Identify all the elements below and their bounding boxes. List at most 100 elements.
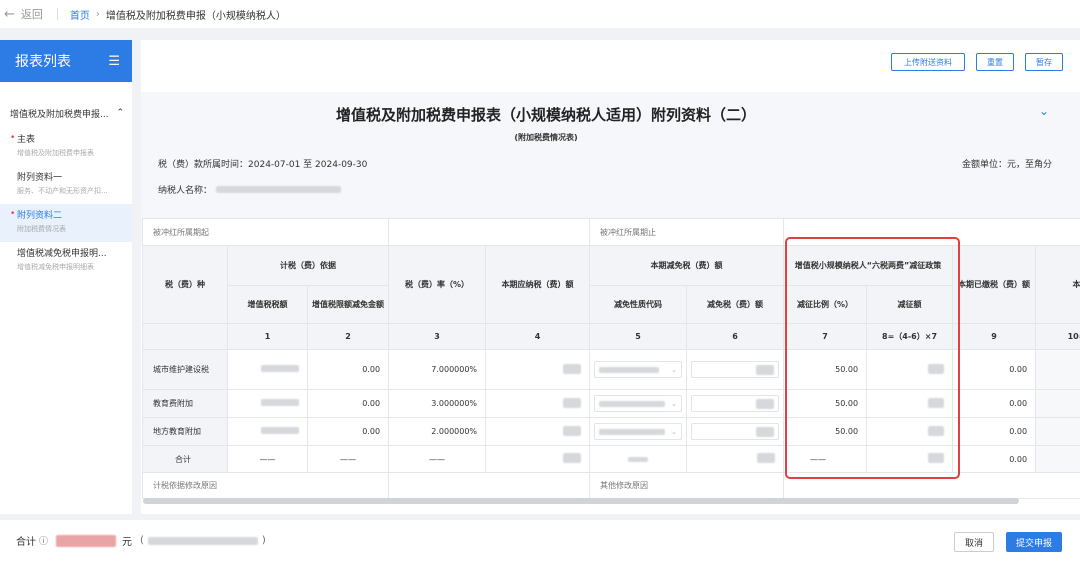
exempt-code-cell: ⌄ <box>589 389 688 418</box>
reduction-ratio-cell: 50.00 <box>783 417 868 446</box>
sidebar-item-vat-exemption[interactable]: 增值税减免税申报明... 增值税减免税申报明细表 <box>0 242 132 280</box>
horizontal-scrollbar[interactable] <box>143 498 1019 504</box>
redacted-value <box>599 366 660 373</box>
tax-period-value: 2024-07-01 至 2024-09-30 <box>248 160 368 170</box>
exempt-code-select[interactable]: ⌄ <box>594 361 683 378</box>
back-button[interactable]: ← 返回 <box>0 6 43 22</box>
form-subtitle: (附加税费情况表) <box>514 133 578 142</box>
deduction-cell: 0.00 <box>306 349 390 390</box>
chevron-down-icon: ⌄ <box>671 399 678 408</box>
header-tax-type: 税（费）种 <box>142 245 228 324</box>
header-reduction-ratio: 减征比例（%） <box>783 285 868 324</box>
row-tax-name: 教育费附加 <box>142 389 228 418</box>
total-row: 合计 —— —— —— —— 0.00 <box>142 445 1080 473</box>
sidebar-item-schedule-1[interactable]: 附列资料一 服务、不动产和无形资产扣... <box>0 166 132 204</box>
total-payable <box>485 445 591 473</box>
total-in-words-close: ) <box>261 535 266 546</box>
total-dash: —— <box>388 445 487 473</box>
taxpayer-name-label: 纳税人名称： <box>158 186 213 196</box>
redacted-value <box>563 397 582 408</box>
row-tax-name: 地方教育附加 <box>142 417 228 446</box>
header-payable: 本期应纳税（费）额 <box>485 245 591 324</box>
total-dash: —— <box>306 445 390 473</box>
tax-period: 税（费）款所属时间：2024-07-01 至 2024-09-30 <box>158 157 367 170</box>
sidebar-item-desc: 附加税费情况表 <box>17 225 66 233</box>
col10-cell <box>1035 417 1080 446</box>
bottom-bar: 合计 ⓘ 元 ( ) 取消 提交申报 <box>0 520 1080 561</box>
header-vat-amount: 增值税税额 <box>227 285 308 324</box>
table-row: 城市维护建设税 0.00 7.000000% ⌄ 50.00 0.00 <box>142 349 1080 390</box>
payable-cell <box>485 389 591 418</box>
sidebar-item-label: 附列资料二 <box>17 211 63 221</box>
column-index: 4 <box>485 323 591 350</box>
redacted-value <box>261 427 299 434</box>
redacted-value <box>563 363 582 374</box>
save-draft-button[interactable]: 暂存 <box>1025 53 1063 71</box>
exempt-code-cell: ⌄ <box>589 349 688 390</box>
exempt-amount-input[interactable] <box>691 423 780 440</box>
breadcrumb-separator: › <box>95 8 100 20</box>
exempt-code-select[interactable]: ⌄ <box>594 423 683 440</box>
header-exempt-group: 本期减免税（费）额 <box>589 245 785 286</box>
reset-button[interactable]: 重置 <box>976 53 1014 71</box>
paid-cell: 0.00 <box>952 349 1037 390</box>
required-marker: • <box>10 209 16 219</box>
vat-amount-cell <box>227 389 308 418</box>
sidebar-item-main-form[interactable]: • 主表 增值税及附加税费申报表 <box>0 128 132 166</box>
payable-cell <box>485 417 591 446</box>
basis-change-reason-input[interactable] <box>388 472 591 499</box>
breadcrumb-home-link[interactable]: 首页 <box>70 7 90 22</box>
total-exempt-code <box>589 445 688 473</box>
col10-cell <box>1035 389 1080 418</box>
sidebar-group-label: 增值税及附加税费申报... <box>10 109 109 120</box>
redacted-value <box>261 399 299 406</box>
vat-amount-cell <box>227 349 308 390</box>
sidebar-item-schedule-2[interactable]: • 附列资料二 附加税费情况表 <box>0 204 132 242</box>
redacted-value <box>928 397 945 408</box>
redacted-value <box>756 426 775 437</box>
menu-collapse-icon[interactable]: ☰ <box>108 54 120 69</box>
rate-cell: 2.000000% <box>388 417 487 446</box>
reduction-amount-cell <box>866 349 954 390</box>
submit-declaration-button[interactable]: 提交申报 <box>1006 532 1062 552</box>
column-index: 9 <box>952 323 1037 350</box>
redacted-value <box>928 453 945 463</box>
sidebar-item-desc: 服务、不动产和无形资产扣... <box>17 187 108 195</box>
required-marker: • <box>10 133 16 143</box>
header-exempt-code: 减免性质代码 <box>589 285 688 324</box>
sidebar-group-vat[interactable]: 增值税及附加税费申报... ⌃ <box>0 98 132 128</box>
reason-row: 计税依据修改原因 其他修改原因 <box>141 472 1080 499</box>
exempt-code-select[interactable]: ⌄ <box>594 395 683 412</box>
offset-period-end-value[interactable] <box>783 218 1080 246</box>
cancel-button[interactable]: 取消 <box>954 532 994 552</box>
redacted-total-amount <box>56 534 117 547</box>
redacted-value <box>756 364 775 375</box>
exempt-amount-cell <box>686 417 785 446</box>
redacted-value <box>628 456 649 462</box>
sidebar-title: 报表列表 <box>15 54 71 70</box>
header-reduction-amount: 减征额 <box>866 285 954 324</box>
other-change-reason-input[interactable] <box>783 472 1080 499</box>
upload-attachments-button[interactable]: 上传附送资料 <box>891 53 965 71</box>
divider <box>56 8 58 20</box>
redacted-value <box>563 425 582 436</box>
back-label: 返回 <box>20 8 43 21</box>
exempt-amount-cell <box>686 349 785 390</box>
deduction-cell: 0.00 <box>306 417 390 446</box>
exempt-amount-input[interactable] <box>691 395 780 412</box>
header-basis-group: 计税（费）依据 <box>226 245 390 286</box>
exempt-amount-input[interactable] <box>691 361 780 378</box>
chevron-down-icon[interactable]: ⌄ <box>1039 104 1049 118</box>
exempt-amount-cell <box>686 389 785 418</box>
column-index: 7 <box>783 323 868 350</box>
chevron-down-icon: ⌄ <box>671 365 678 374</box>
total-dash: —— <box>783 445 868 473</box>
redacted-total-words <box>147 536 258 545</box>
info-icon[interactable]: ⓘ <box>39 534 48 547</box>
basis-change-reason-label: 计税依据修改原因 <box>141 472 390 499</box>
offset-period-start-value[interactable] <box>388 218 591 246</box>
other-change-reason-label: 其他修改原因 <box>589 472 785 499</box>
sidebar-item-label: 附列资料一 <box>17 173 63 183</box>
table-row: 地方教育附加 0.00 2.000000% ⌄ 50.00 0.00 <box>142 417 1080 446</box>
redacted-value <box>563 453 582 463</box>
